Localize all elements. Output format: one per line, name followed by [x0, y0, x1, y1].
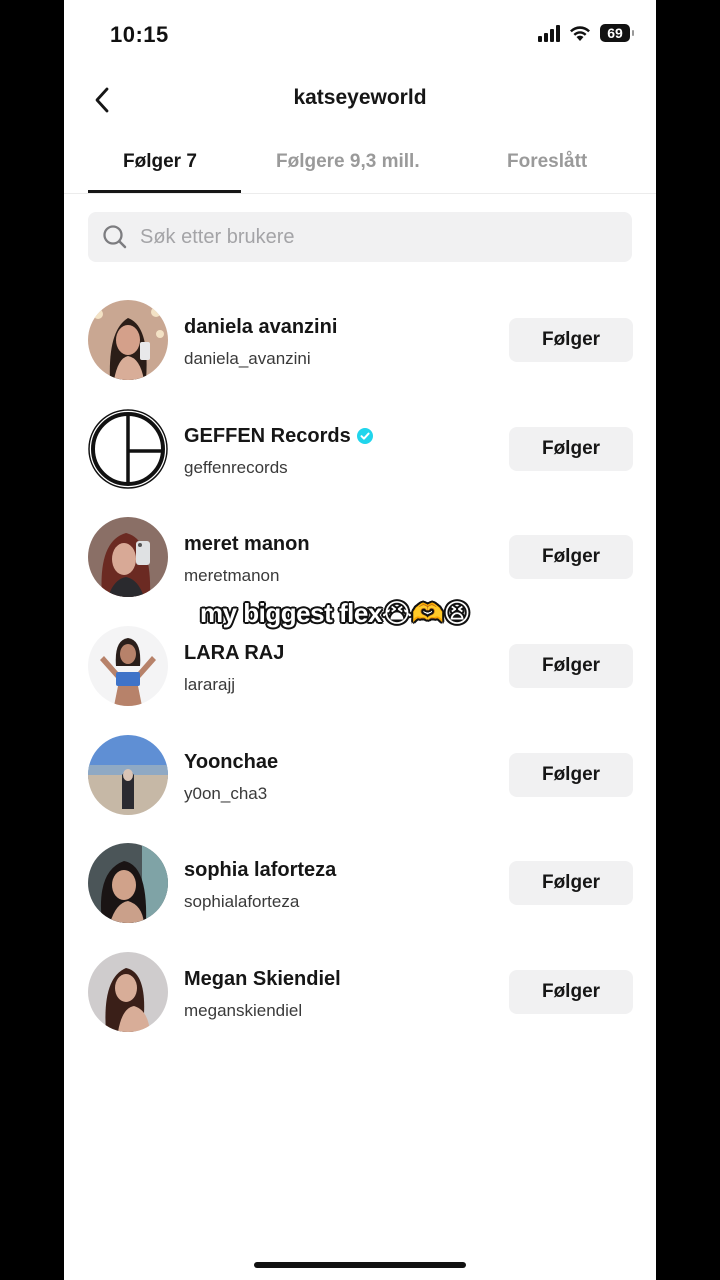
avatar[interactable] [88, 626, 168, 707]
cellular-signal-icon [538, 24, 560, 42]
user-name-text: sophia laforteza [184, 859, 337, 882]
list-item[interactable]: GEFFEN Records geffenrecords Følger [64, 395, 656, 504]
user-handle: y0on_cha3 [184, 783, 268, 803]
following-button[interactable]: Følger [509, 426, 633, 471]
search-input[interactable] [138, 224, 612, 250]
user-name: LARA RAJ [184, 642, 284, 665]
user-name: Megan Skiendiel [184, 968, 341, 991]
user-name-text: LARA RAJ [184, 642, 285, 665]
status-indicators: 69 [538, 24, 634, 42]
user-handle: sophialaforteza [184, 892, 300, 912]
following-button[interactable]: Følger [509, 752, 633, 797]
navigation-bar: katseyeworld [64, 70, 656, 130]
tab-followers[interactable]: Følgere 9,3 mill. [276, 151, 420, 173]
battery-icon: 69 [600, 24, 634, 42]
tab-bar: Følger 7 Følgere 9,3 mill. Foreslått [64, 135, 656, 194]
avatar[interactable] [88, 952, 168, 1033]
following-button[interactable]: Følger [509, 644, 633, 689]
user-name-text: GEFFEN Records [184, 424, 351, 447]
search-icon [100, 222, 130, 252]
following-button[interactable]: Følger [509, 535, 633, 580]
following-button[interactable]: Følger [509, 861, 633, 906]
user-handle: daniela_avanzini [184, 349, 311, 368]
verified-badge-icon [356, 428, 373, 445]
list-item[interactable]: Yoonchae y0on_cha3 Følger [64, 721, 656, 830]
search-bar [88, 212, 632, 262]
list-item[interactable]: Megan Skiendiel meganskiendiel Følger [64, 938, 656, 1047]
avatar[interactable] [88, 734, 168, 815]
page-title: katseyeworld [293, 86, 427, 109]
following-list: daniela avanzini daniela_avanzini Følger… [64, 286, 656, 1047]
list-item[interactable]: sophia laforteza sophialaforteza Følger [64, 829, 656, 938]
user-name-text: Yoonchae [184, 750, 279, 773]
avatar[interactable] [88, 517, 168, 598]
following-button[interactable]: Følger [509, 970, 633, 1015]
battery-level: 69 [607, 25, 623, 41]
avatar[interactable] [88, 408, 168, 489]
user-handle: meganskiendiel [184, 1001, 303, 1021]
following-button[interactable]: Følger [509, 318, 633, 362]
user-handle: lararajj [184, 675, 236, 695]
user-name: daniela avanzini [184, 316, 337, 339]
phone-screen: 10:15 69 katseyeworld Følger 7 Følgere 9… [64, 0, 656, 1280]
user-name: GEFFEN Records [184, 425, 373, 448]
avatar[interactable] [88, 843, 168, 924]
list-item[interactable]: daniela avanzini daniela_avanzini Følger [64, 286, 656, 395]
user-name: sophia laforteza [184, 859, 336, 882]
user-handle: meretmanon [184, 566, 280, 586]
home-indicator[interactable] [254, 1262, 466, 1268]
wifi-icon [570, 26, 590, 41]
user-name-text: Megan Skiendiel [184, 968, 341, 991]
list-item[interactable]: meret manon meretmanon Følger [64, 503, 656, 612]
tab-following[interactable]: Følger 7 [123, 151, 197, 173]
status-time: 10:15 [110, 22, 169, 47]
status-bar: 10:15 69 [64, 0, 656, 70]
video-caption-overlay: my biggest flex😭🫶😫 [200, 598, 471, 628]
user-name: meret manon [184, 533, 310, 556]
user-name-text: daniela avanzini [184, 316, 338, 338]
active-tab-indicator [88, 190, 241, 193]
user-handle: geffenrecords [184, 457, 288, 477]
user-name-text: meret manon [184, 533, 310, 556]
avatar[interactable] [88, 300, 168, 380]
user-name: Yoonchae [184, 751, 278, 774]
tab-suggested[interactable]: Foreslått [507, 151, 587, 173]
